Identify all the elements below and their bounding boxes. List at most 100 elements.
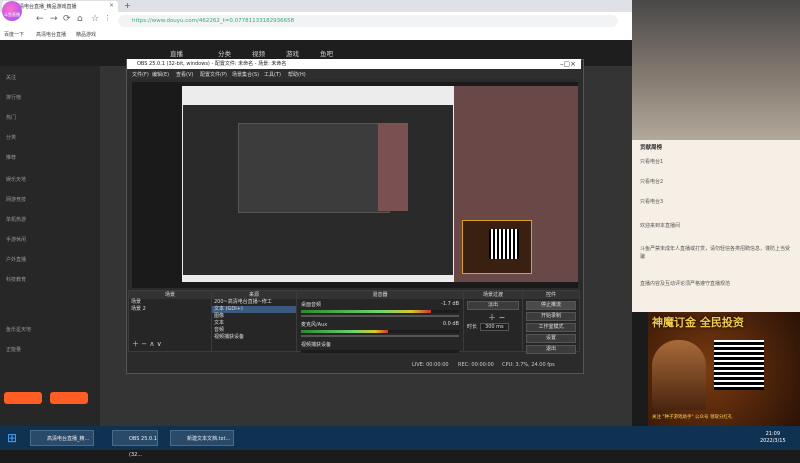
volume-slider[interactable] [301, 335, 459, 337]
source-item[interactable]: 文本 (GDI+) [212, 306, 296, 313]
site-logo: 斗鱼直播 [2, 1, 22, 21]
scene-item[interactable]: 场景 [129, 299, 211, 306]
exit-button[interactable]: 退出 [526, 345, 576, 354]
reload-icon[interactable]: ⟳ [63, 14, 71, 24]
mixer-track-db: -1.7 dB [441, 301, 459, 307]
sidebar-action-button[interactable] [50, 392, 88, 404]
sidebar-item[interactable]: 鱼乐星天地 [6, 326, 31, 333]
url-input[interactable]: https://www.douyu.com/462262_t=0.0778113… [118, 15, 618, 27]
sidebar-item[interactable]: 正能量 [6, 346, 21, 353]
obs-menubar [127, 69, 581, 79]
bookmark-item[interactable]: 高清电台直播 [36, 31, 66, 38]
new-tab-button[interactable]: + [124, 1, 131, 10]
sidebar-item[interactable]: 关注 [6, 74, 16, 81]
rank-item: 只看电台2 [640, 179, 664, 185]
taskbar-item-browser[interactable]: 高清电台直播_精... [30, 430, 94, 446]
rank-item: 只看电台3 [640, 199, 664, 205]
nav-item[interactable]: 视频 [252, 48, 265, 58]
dock-header: 场景过渡 [464, 291, 522, 299]
duration-input[interactable]: 300 ms [480, 323, 509, 331]
rank-item: 只看电台1 [640, 159, 664, 165]
source-item[interactable]: 音频 [212, 327, 296, 334]
mixer-track-label: 桌面音频 [301, 302, 322, 308]
back-icon[interactable]: ← [36, 14, 44, 24]
tab-close-icon[interactable]: × [109, 2, 114, 9]
sidebar-action-button[interactable] [4, 392, 42, 404]
menu-item[interactable]: 编辑(E) [152, 71, 169, 78]
home-icon[interactable]: ⌂ [77, 14, 83, 24]
source-item[interactable]: 视频捕获设备 [212, 334, 296, 341]
studio-mode-button[interactable]: 工作室模式 [526, 323, 576, 332]
scenes-dock: 场景 场景 场景 2 ＋ − ∧ ∨ [128, 290, 212, 352]
dock-header: 控件 [523, 291, 579, 299]
mixer-track-db: 0.0 dB [442, 321, 459, 327]
webcam-feed [632, 0, 800, 140]
sidebar-item[interactable]: 户外直播 [6, 256, 26, 263]
settings-button[interactable]: 设置 [526, 334, 576, 343]
controls-dock: 控件 停止推流 开始录制 工作室模式 设置 退出 [522, 290, 580, 354]
rank-title: 贡献周榜 [640, 145, 663, 151]
qr-code-image [714, 340, 764, 390]
sidebar-item[interactable]: 单机热游 [6, 216, 26, 223]
nav-item[interactable]: 直播 [170, 48, 183, 58]
stop-streaming-button[interactable]: 停止推流 [526, 301, 576, 310]
sidebar-item[interactable]: 娱乐天地 [6, 176, 26, 183]
rec-status: REC: 00:00:00 [458, 362, 494, 368]
ad-footer: 关注 "种子游戏助手" 公众号 领取分红礼 [652, 415, 733, 420]
chat-message: 直播内容及互动评论须严格遵守直播规范 [640, 281, 731, 287]
preview-nested-obs [183, 105, 453, 275]
volume-meter [301, 330, 388, 333]
taskbar-item-notepad[interactable]: 新建文本文档.txt... [170, 430, 234, 446]
source-item[interactable]: 图像 [212, 313, 296, 320]
menu-item[interactable]: 工具(T) [264, 71, 281, 78]
dock-header: 场景 [129, 291, 211, 299]
more-icon[interactable]: ⋮ [104, 14, 111, 22]
cpu-status: CPU: 3.7%, 24.00 fps [502, 362, 555, 368]
taskbar-item-obs[interactable]: OBS 25.0.1 (32... [112, 430, 158, 458]
source-item[interactable]: 文本 [212, 320, 296, 327]
menu-item[interactable]: 查看(V) [176, 71, 193, 78]
forward-icon[interactable]: → [50, 14, 58, 24]
menu-item[interactable]: 文件(F) [132, 71, 149, 78]
source-item[interactable]: 200~高清电台直播~修工 [212, 299, 296, 306]
sidebar-item[interactable]: 排行榜 [6, 94, 21, 101]
window-controls-icon[interactable]: –▢× [560, 59, 576, 69]
menu-item[interactable]: 场景集合(S) [232, 71, 259, 78]
windows-start-icon[interactable]: ⊞ [3, 429, 21, 447]
clock-time: 21:09 [765, 431, 781, 437]
sidebar-item[interactable]: 热门 [6, 114, 16, 121]
menu-item[interactable]: 帮助(H) [288, 71, 306, 78]
mixer-track-label: 麦克风/Aux [301, 322, 328, 328]
transition-add-icon[interactable]: ＋ − [464, 312, 522, 323]
menu-item[interactable]: 配置文件(P) [200, 71, 227, 78]
transition-select[interactable]: 淡出 [467, 301, 519, 310]
nav-item[interactable]: 分类 [218, 48, 231, 58]
audio-mixer-dock: 混音器 桌面音频 -1.7 dB 麦克风/Aux 0.0 dB 视频捕获设备 [296, 290, 464, 353]
bookmark-item[interactable]: 百度一下 [4, 31, 24, 38]
chat-message: 欢迎来到本直播间 [640, 223, 681, 229]
sidebar-item[interactable]: 手游休闲 [6, 236, 26, 243]
bookmark-star-icon[interactable]: ☆ [91, 14, 99, 24]
bookmark-item[interactable]: 精品游戏 [76, 31, 96, 38]
transitions-dock: 场景过渡 淡出 ＋ − 时长 300 ms [463, 290, 523, 352]
scene-item[interactable]: 场景 2 [129, 306, 211, 313]
sidebar-item[interactable]: 推荐 [6, 154, 16, 161]
sidebar-item[interactable]: 科技教育 [6, 276, 26, 283]
clock-date: 2022/3/15 [760, 438, 786, 444]
volume-slider[interactable] [301, 315, 459, 317]
sources-dock: 来源 200~高清电台直播~修工 文本 (GDI+) 图像 文本 音频 视频捕获… [211, 290, 297, 352]
ad-character-image [652, 340, 706, 410]
tab-title: 高清电台直播_精品游戏直播 [14, 4, 77, 10]
taskbar-clock: 21:09 2022/3/15 [760, 431, 786, 445]
scene-add-remove-icon[interactable]: ＋ − ∧ ∨ [132, 339, 162, 349]
dock-header: 混音器 [297, 291, 463, 299]
volume-meter [301, 310, 431, 313]
nav-item[interactable]: 鱼吧 [320, 48, 333, 58]
sidebar-item[interactable]: 网游竞技 [6, 196, 26, 203]
nav-item[interactable]: 游戏 [286, 48, 299, 58]
duration-label: 时长 [467, 324, 478, 330]
sidebar-item[interactable]: 分类 [6, 134, 16, 141]
dock-header: 来源 [212, 291, 296, 299]
preview-ad-thumbnail [462, 220, 532, 274]
start-recording-button[interactable]: 开始录制 [526, 312, 576, 321]
